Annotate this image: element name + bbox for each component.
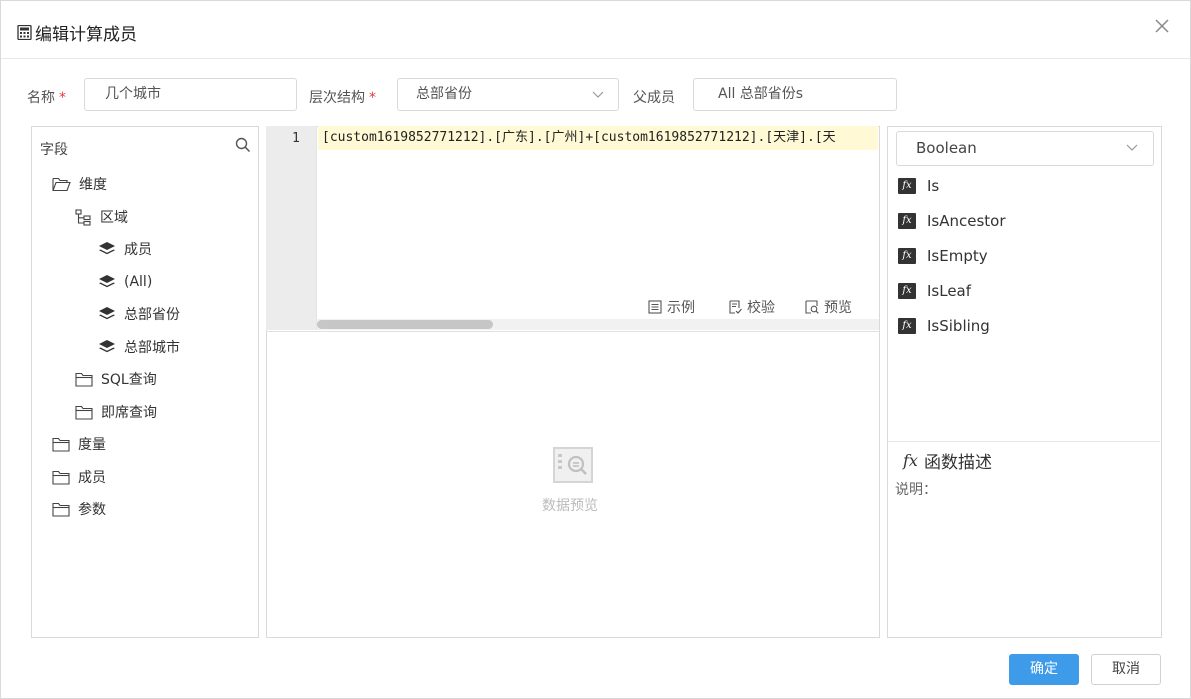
name-input[interactable]: 几个城市 xyxy=(84,78,297,111)
dialog-header: 编辑计算成员 xyxy=(1,1,1190,59)
tree-item-label: 成员 xyxy=(78,470,106,486)
hierarchy-select[interactable]: 总部省份 xyxy=(397,78,619,111)
function-icon: fx xyxy=(898,248,916,264)
tree-item-members[interactable]: 成员 xyxy=(52,467,106,487)
preview-button[interactable]: 预览 xyxy=(805,297,852,317)
folder-icon xyxy=(75,372,93,387)
tree-item-parameters[interactable]: 参数 xyxy=(52,499,106,519)
function-item-issibling[interactable]: fx IsSibling xyxy=(898,317,990,335)
function-item-isempty[interactable]: fx IsEmpty xyxy=(898,247,988,265)
data-preview-icon xyxy=(552,447,593,483)
tree-item-label: 总部城市 xyxy=(124,340,180,356)
tree-item-hq-province[interactable]: 总部省份 xyxy=(98,304,180,324)
function-item-isleaf[interactable]: fx IsLeaf xyxy=(898,282,971,300)
scrollbar-thumb[interactable] xyxy=(317,320,493,329)
tree-item-all-level[interactable]: (All) xyxy=(98,272,152,292)
tree-item-measures[interactable]: 度量 xyxy=(52,434,106,454)
list-icon xyxy=(648,300,662,314)
layers-icon xyxy=(99,340,115,353)
line-gutter: 1 xyxy=(266,126,317,330)
tree-item-label: 维度 xyxy=(79,177,107,193)
tree-item-member-level[interactable]: 成员 xyxy=(98,239,152,259)
function-icon: fx xyxy=(898,318,916,334)
hierarchy-icon xyxy=(75,208,91,226)
layers-icon xyxy=(99,242,115,255)
code-line[interactable]: [custom1619852771212].[广东].[广州]+[custom1… xyxy=(318,126,878,150)
close-icon[interactable] xyxy=(1153,17,1171,35)
folder-icon xyxy=(52,437,70,452)
checklist-icon xyxy=(729,300,742,314)
chevron-down-icon xyxy=(592,91,604,98)
hierarchy-label-text: 层次结构 xyxy=(309,90,365,106)
function-item-label: Is xyxy=(927,177,940,195)
tree-item-adhoc-query[interactable]: 即席查询 xyxy=(75,402,157,422)
line-number: 1 xyxy=(292,131,300,146)
tree-item-sql-query[interactable]: SQL查询 xyxy=(75,369,157,389)
function-icon: fx xyxy=(898,213,916,229)
function-category-value: Boolean xyxy=(916,139,977,157)
function-category-select[interactable]: Boolean xyxy=(896,131,1154,166)
layers-icon xyxy=(99,275,115,288)
tree-item-label: 即席查询 xyxy=(101,405,157,421)
parent-member-label: 父成员 xyxy=(633,90,675,106)
tree-item-label: 参数 xyxy=(78,502,106,518)
function-item-label: IsEmpty xyxy=(927,247,988,265)
ok-button[interactable]: 确定 xyxy=(1009,654,1079,685)
function-item-is[interactable]: fx Is xyxy=(898,177,939,195)
search-icon[interactable] xyxy=(235,137,251,153)
horizontal-scrollbar[interactable] xyxy=(317,319,879,330)
tree-item-label: 区域 xyxy=(100,210,128,226)
required-mark: * xyxy=(369,90,376,106)
data-preview-empty: 数据预览 xyxy=(540,446,604,515)
preview-icon xyxy=(805,300,819,314)
tree-item-label: 成员 xyxy=(124,242,152,258)
dialog-title-text: 编辑计算成员 xyxy=(35,25,137,45)
function-panel xyxy=(887,126,1162,638)
tree-item-label: 度量 xyxy=(78,437,106,453)
tree-item-label: SQL查询 xyxy=(101,372,157,388)
edit-calculated-member-dialog: 编辑计算成员 名称 * 几个城市 层次结构 * 总部省份 父成员 All 总部省份s… xyxy=(0,0,1191,699)
name-label-text: 名称 xyxy=(27,90,55,106)
folder-icon xyxy=(52,470,70,485)
example-button[interactable]: 示例 xyxy=(648,297,695,317)
required-mark: * xyxy=(59,90,66,106)
name-label: 名称 * xyxy=(27,87,66,107)
preview-label: 预览 xyxy=(824,300,852,316)
description-divider xyxy=(888,441,1160,442)
calculator-icon xyxy=(17,25,32,40)
data-preview-label: 数据预览 xyxy=(542,498,598,514)
function-icon: fx xyxy=(898,283,916,299)
tree-item-label: (All) xyxy=(124,274,153,290)
hierarchy-label: 层次结构 * xyxy=(309,87,376,107)
function-item-label: IsSibling xyxy=(927,317,990,335)
function-description-title: fx 函数描述 xyxy=(903,448,992,473)
function-item-label: IsAncestor xyxy=(927,212,1006,230)
function-description-title-text: 函数描述 xyxy=(923,453,992,473)
function-item-label: IsLeaf xyxy=(927,282,972,300)
hierarchy-select-value: 总部省份 xyxy=(416,86,472,102)
function-icon: fx xyxy=(903,451,918,470)
field-panel-title: 字段 xyxy=(40,142,68,158)
validate-button[interactable]: 校验 xyxy=(728,297,775,317)
cancel-button[interactable]: 取消 xyxy=(1091,654,1161,685)
validate-label: 校验 xyxy=(747,300,775,316)
tree-item-region[interactable]: 区域 xyxy=(75,207,128,227)
folder-icon xyxy=(52,502,70,517)
code-editor[interactable]: 1 [custom1619852771212].[广东].[广州]+[custo… xyxy=(266,126,880,332)
tree-item-label: 总部省份 xyxy=(124,307,180,323)
tree-item-dimensions[interactable]: 维度 xyxy=(52,174,107,194)
example-label: 示例 xyxy=(667,300,695,316)
folder-open-icon xyxy=(52,177,71,192)
function-icon: fx xyxy=(898,178,916,194)
tree-item-hq-city[interactable]: 总部城市 xyxy=(98,337,180,357)
layers-icon xyxy=(99,307,115,320)
parent-member-input[interactable]: All 总部省份s xyxy=(693,78,897,111)
dialog-title: 编辑计算成员 xyxy=(17,20,137,45)
function-description-text: 说明： xyxy=(895,482,937,498)
function-item-isancestor[interactable]: fx IsAncestor xyxy=(898,212,1006,230)
chevron-down-icon xyxy=(1126,144,1138,151)
folder-icon xyxy=(75,405,93,420)
